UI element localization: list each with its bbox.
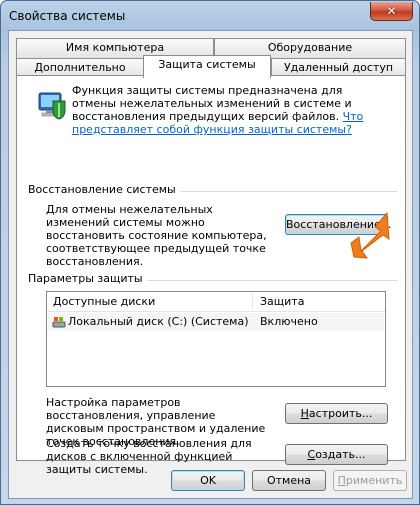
create-description: Создать точку восстановления для дисков …: [46, 437, 252, 476]
protection-status: Включено: [260, 315, 318, 328]
system-properties-window: Свойства системы ✕ Имя компьютера Оборуд…: [0, 0, 420, 505]
restore-section-title: Восстановление системы: [28, 183, 180, 196]
drive-name: Локальный диск (C:) (Система): [68, 315, 249, 328]
column-header-drives[interactable]: Доступные диски: [47, 292, 155, 312]
tab-system-protection[interactable]: Защита системы: [143, 55, 271, 78]
drives-list[interactable]: Доступные диски Защита Локальный диск (C…: [46, 291, 386, 387]
button-label: рименить: [345, 474, 403, 487]
close-button[interactable]: ✕: [370, 2, 413, 21]
restore-description: Для отмены нежелательных изменений систе…: [46, 203, 267, 268]
system-protection-shield-icon: [36, 88, 68, 120]
configure-button[interactable]: Настроить...: [285, 403, 388, 424]
close-icon: ✕: [386, 4, 397, 18]
pointer-arrow-icon: [350, 211, 390, 259]
local-disk-icon: [52, 317, 66, 328]
dialog-client-area: Имя компьютера Оборудование Дополнительн…: [8, 30, 413, 499]
button-mnemonic: П: [337, 474, 346, 487]
button-label: астроить...: [308, 407, 373, 420]
tab-label: Удаленный доступ: [283, 61, 394, 74]
apply-button[interactable]: Применить: [333, 470, 407, 491]
button-mnemonic: Н: [300, 407, 309, 420]
intro-description: Функция защиты системы предназначена для…: [72, 84, 372, 136]
list-item[interactable]: Локальный диск (C:) (Система) Включено: [48, 313, 384, 331]
column-header-protection[interactable]: Защита: [254, 292, 304, 312]
title-bar[interactable]: Свойства системы ✕: [1, 1, 419, 31]
system-protection-panel: Функция защиты системы предназначена для…: [16, 75, 406, 476]
column-separator: [252, 294, 253, 310]
list-header: Доступные диски Защита: [47, 292, 385, 312]
tab-label: Имя компьютера: [65, 41, 165, 54]
protection-section-title: Параметры защиты: [28, 272, 147, 285]
tab-label: Дополнительно: [34, 61, 126, 74]
create-button[interactable]: Создать...: [285, 444, 388, 465]
tab-label: Оборудование: [267, 41, 353, 54]
window-title: Свойства системы: [9, 9, 126, 23]
intro-text: Функция защиты системы предназначена для…: [72, 84, 352, 123]
tab-label: Защита системы: [158, 58, 256, 71]
button-label: оздать...: [315, 448, 366, 461]
